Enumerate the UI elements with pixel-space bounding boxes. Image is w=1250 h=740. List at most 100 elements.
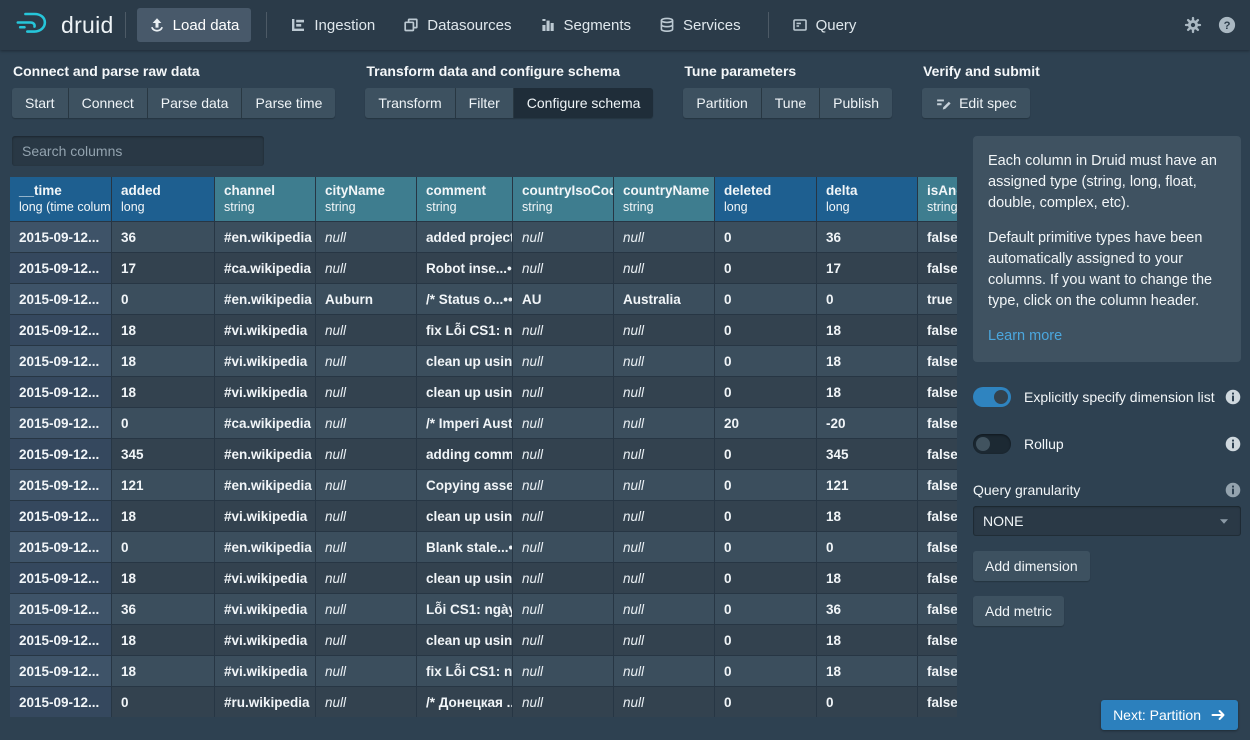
gear-icon[interactable]: [1184, 16, 1202, 34]
help-icon[interactable]: ?: [1218, 16, 1236, 34]
table-cell: 2015-09-12...: [10, 376, 112, 407]
table-row: 2015-09-12...36#en.wikipedianulladded pr…: [10, 221, 957, 252]
druid-logo-icon: [14, 8, 52, 43]
column-header-deleted[interactable]: deletedlong: [715, 177, 817, 221]
svg-text:?: ?: [1224, 20, 1231, 32]
step-button-start[interactable]: Start: [12, 88, 69, 118]
table-cell: 2015-09-12...: [10, 562, 112, 593]
step-button-edit-spec[interactable]: Edit spec: [922, 88, 1030, 118]
table-row: 2015-09-12...18#vi.wikipedianullfix Lỗi …: [10, 314, 957, 345]
info-icon[interactable]: [1225, 482, 1241, 498]
table-cell: 0: [817, 686, 918, 717]
step-button-filter[interactable]: Filter: [456, 88, 514, 118]
nav-item-load-data[interactable]: Load data: [137, 8, 252, 42]
table-cell: null: [513, 407, 614, 438]
table-cell: null: [513, 345, 614, 376]
nav-item-segments[interactable]: Segments: [528, 8, 644, 42]
step-button-partition[interactable]: Partition: [683, 88, 761, 118]
table-cell: 2015-09-12...: [10, 438, 112, 469]
table-cell: /* Imperi Aust...: [417, 407, 513, 438]
toggle-knob: [976, 437, 990, 451]
column-header-countryname[interactable]: countryNamestring: [614, 177, 715, 221]
table-cell: false: [918, 531, 957, 562]
step-button-connect[interactable]: Connect: [69, 88, 148, 118]
query-granularity-select[interactable]: NONE: [973, 506, 1241, 536]
table-cell: Blank stale...•••: [417, 531, 513, 562]
datasources-icon: [403, 17, 419, 33]
table-cell: null: [316, 252, 417, 283]
table-cell: #ca.wikipedia: [215, 407, 316, 438]
column-name: countryIsoCode: [522, 183, 613, 198]
table-cell: null: [614, 624, 715, 655]
column-name: __time: [19, 183, 111, 198]
step-button-tune[interactable]: Tune: [762, 88, 820, 118]
table-cell: 0: [715, 531, 817, 562]
learn-more-link[interactable]: Learn more: [988, 328, 1062, 344]
column-header-time[interactable]: __timelong (time column): [10, 177, 112, 221]
column-name: countryName: [623, 183, 714, 198]
table-body: 2015-09-12...36#en.wikipedianulladded pr…: [10, 221, 957, 717]
table-cell: null: [316, 562, 417, 593]
table-row: 2015-09-12...0#ca.wikipedianull/* Imperi…: [10, 407, 957, 438]
column-header-cityname[interactable]: cityNamestring: [316, 177, 417, 221]
table-row: 2015-09-12...36#vi.wikipedianullLỗi CS1:…: [10, 593, 957, 624]
column-header-added[interactable]: addedlong: [112, 177, 215, 221]
column-type: string: [325, 200, 416, 214]
services-icon: [659, 17, 675, 33]
toggle-switch-explicitly-specify-dimension-list[interactable]: [973, 387, 1011, 407]
step-nav: Connect and parse raw dataStartConnectPa…: [0, 50, 1250, 126]
nav-item-services[interactable]: Services: [647, 8, 753, 42]
nav-item-query[interactable]: Query: [780, 8, 869, 42]
table-cell: 0: [715, 376, 817, 407]
column-header-delta[interactable]: deltalong: [817, 177, 918, 221]
table-cell: null: [513, 252, 614, 283]
table-cell: 18: [112, 500, 215, 531]
info-icon[interactable]: [1225, 389, 1241, 405]
step-button-publish[interactable]: Publish: [820, 88, 892, 118]
step-button-label: Parse data: [161, 95, 229, 111]
step-button-parse-time[interactable]: Parse time: [242, 88, 335, 118]
next-partition-button[interactable]: Next: Partition: [1101, 700, 1238, 730]
table-cell: 345: [112, 438, 215, 469]
table-row: 2015-09-12...18#vi.wikipedianullclean up…: [10, 624, 957, 655]
nav-item-ingestion[interactable]: Ingestion: [278, 8, 387, 42]
step-group-title: Transform data and configure schema: [366, 63, 653, 79]
table-cell: #vi.wikipedia: [215, 314, 316, 345]
table-cell: 36: [112, 593, 215, 624]
table-row: 2015-09-12...121#en.wikipedianullCopying…: [10, 469, 957, 500]
table-cell: 18: [817, 376, 918, 407]
column-header-comment[interactable]: commentstring: [417, 177, 513, 221]
column-name: channel: [224, 183, 315, 198]
table-cell: 2015-09-12...: [10, 500, 112, 531]
step-button-parse-data[interactable]: Parse data: [148, 88, 243, 118]
table-cell: false: [918, 252, 957, 283]
table-cell: null: [513, 469, 614, 500]
toggle-switch-rollup[interactable]: [973, 434, 1011, 454]
table-cell: 18: [817, 345, 918, 376]
add-metric-button[interactable]: Add metric: [973, 596, 1064, 626]
table-cell: 2015-09-12...: [10, 221, 112, 252]
search-columns-input[interactable]: [12, 136, 264, 166]
table-cell: /* Status o...•••: [417, 283, 513, 314]
table-cell: 2015-09-12...: [10, 655, 112, 686]
table-cell: Australia: [614, 283, 715, 314]
column-header-countryisocode[interactable]: countryIsoCodestring: [513, 177, 614, 221]
table-cell: 2015-09-12...: [10, 531, 112, 562]
toggle-row-explicitly-specify-dimension-list: Explicitly specify dimension list: [973, 387, 1241, 407]
table-cell: adding comm...: [417, 438, 513, 469]
table-cell: 2015-09-12...: [10, 252, 112, 283]
table-cell: #en.wikipedia: [215, 438, 316, 469]
table-cell: 0: [715, 438, 817, 469]
callout-paragraph: Each column in Druid must have an assign…: [988, 151, 1226, 214]
column-header-channel[interactable]: channelstring: [215, 177, 316, 221]
column-header-isanonymous[interactable]: isAnonymousstring: [918, 177, 957, 221]
nav-item-datasources[interactable]: Datasources: [391, 8, 523, 42]
table-row: 2015-09-12...18#vi.wikipedianullclean up…: [10, 376, 957, 407]
add-dimension-button[interactable]: Add dimension: [973, 551, 1090, 581]
nav-divider: [768, 12, 769, 38]
step-button-configure-schema[interactable]: Configure schema: [514, 88, 654, 118]
druid-brand[interactable]: druid: [14, 8, 114, 43]
step-group-connect-and-parse-raw-data: Connect and parse raw dataStartConnectPa…: [12, 63, 335, 126]
info-icon[interactable]: [1225, 436, 1241, 452]
step-button-transform[interactable]: Transform: [365, 88, 455, 118]
